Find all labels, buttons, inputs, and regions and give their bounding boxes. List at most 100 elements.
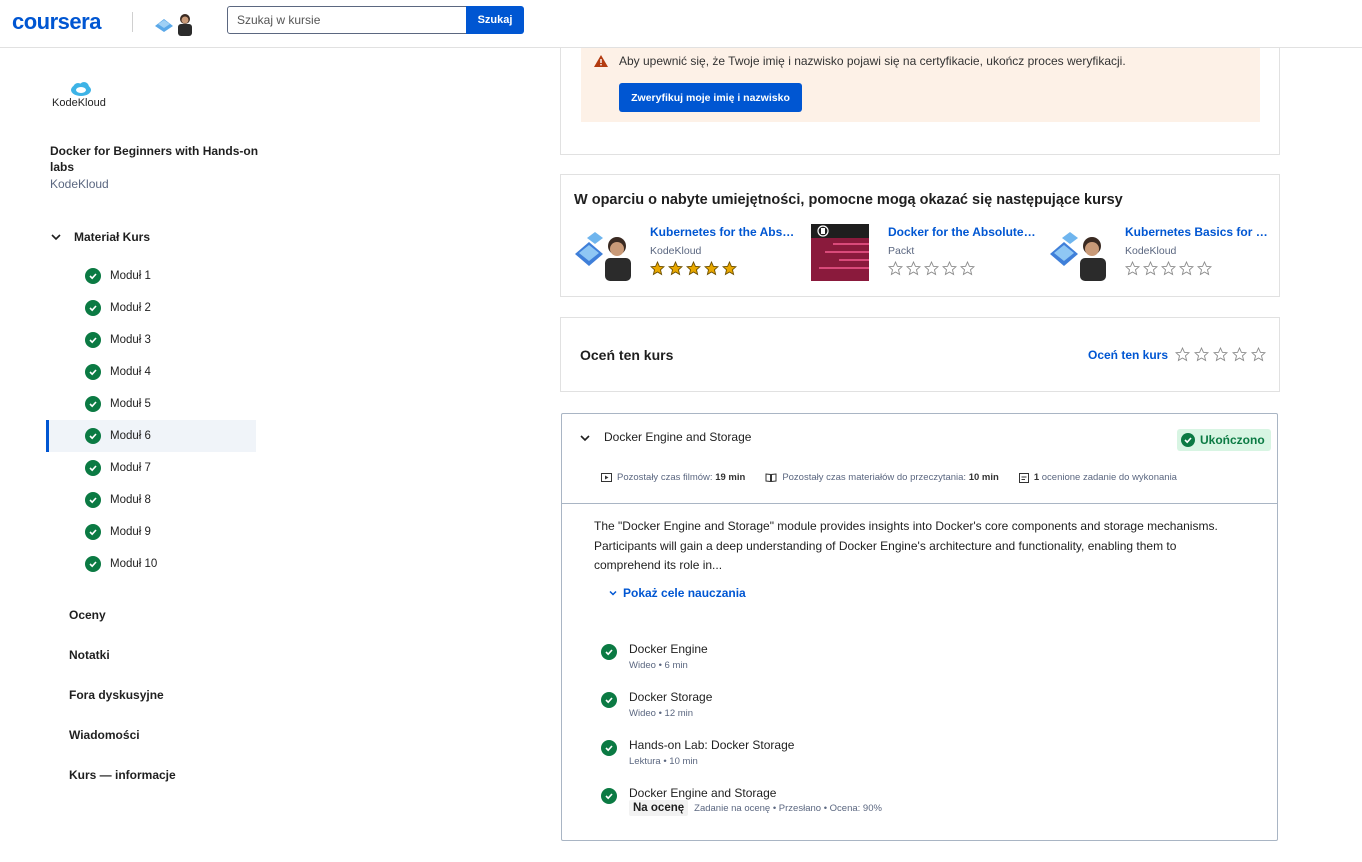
- sidebar-module-label: Moduł 1: [110, 270, 151, 282]
- check-icon: [85, 364, 101, 380]
- chevron-down-icon: [51, 234, 61, 241]
- check-icon: [85, 460, 101, 476]
- sidebar-module-item[interactable]: Moduł 2: [46, 292, 256, 324]
- check-icon: [85, 332, 101, 348]
- recommended-course[interactable]: Kubernetes Basics for DevOps KodeKloud: [1048, 224, 1278, 281]
- video-icon: [601, 473, 612, 482]
- materials-label: Materiał Kurs: [74, 230, 151, 244]
- header-divider: [132, 12, 133, 32]
- recommended-course-org: KodeKloud: [650, 245, 702, 257]
- star-filled-icon: [704, 261, 719, 276]
- recommended-course-name[interactable]: Kubernetes Basics for DevOps: [1125, 225, 1275, 239]
- star-empty-icon: [924, 261, 939, 276]
- sidebar-module-label: Moduł 5: [110, 398, 151, 410]
- check-icon: [601, 692, 617, 708]
- show-learning-goals-label: Pokaż cele nauczania: [623, 586, 746, 600]
- sidebar-module-item[interactable]: Moduł 9: [46, 516, 256, 548]
- check-icon: [85, 492, 101, 508]
- star-empty-icon[interactable]: [1213, 347, 1228, 362]
- sidebar-nav-link[interactable]: Fora dyskusyjne: [69, 688, 176, 728]
- recommendations-card: W oparciu o nabyte umiejętności, pomocne…: [560, 174, 1280, 297]
- search-button[interactable]: Szukaj: [466, 6, 524, 34]
- module-item-title[interactable]: Docker Engine and Storage: [629, 786, 776, 800]
- reading-time-label: Pozostały czas materiałów do przeczytani…: [782, 472, 967, 483]
- module-item-meta: Wideo • 6 min: [629, 660, 688, 671]
- sidebar-nav-link[interactable]: Notatki: [69, 648, 176, 688]
- verify-card: Aby upewnić się, że Twoje imię i nazwisk…: [560, 48, 1280, 155]
- check-icon: [85, 524, 101, 540]
- top-header: coursera Szukaj: [0, 0, 1362, 48]
- rate-course-card: Oceń ten kurs Oceń ten kurs: [560, 317, 1280, 392]
- star-empty-icon[interactable]: [1232, 347, 1247, 362]
- sidebar-module-label: Moduł 3: [110, 334, 151, 346]
- check-icon: [85, 268, 101, 284]
- video-time-value: 19 min: [715, 472, 746, 483]
- sidebar-module-item[interactable]: Moduł 8: [46, 484, 256, 516]
- verify-text: Aby upewnić się, że Twoje imię i nazwisk…: [619, 54, 1126, 68]
- recommended-course[interactable]: Kubernetes for the Absolute Beginners Ko…: [573, 224, 803, 281]
- check-icon: [85, 556, 101, 572]
- verify-banner: Aby upewnić się, że Twoje imię i nazwisk…: [581, 48, 1260, 122]
- sidebar-module-label: Moduł 4: [110, 366, 151, 378]
- star-empty-icon: [942, 261, 957, 276]
- sidebar-module-item[interactable]: Moduł 3: [46, 324, 256, 356]
- sidebar-nav-link[interactable]: Wiadomości: [69, 728, 176, 768]
- sidebar-module-item[interactable]: Moduł 6: [46, 420, 256, 452]
- sidebar-module-item[interactable]: Moduł 5: [46, 388, 256, 420]
- verify-name-button[interactable]: Zweryfikuj moje imię i nazwisko: [619, 83, 802, 112]
- check-icon: [85, 396, 101, 412]
- rate-course-link[interactable]: Oceń ten kurs: [1088, 348, 1168, 362]
- sidebar-module-item[interactable]: Moduł 10: [46, 548, 256, 580]
- coursera-logo[interactable]: coursera: [12, 9, 101, 35]
- graded-stat: 1 ocenione zadanie do wykonania: [1018, 472, 1177, 483]
- course-title[interactable]: Docker for Beginners with Hands-on labs: [50, 143, 260, 175]
- module-item-title[interactable]: Hands-on Lab: Docker Storage: [629, 738, 794, 752]
- rate-stars[interactable]: [1175, 347, 1266, 362]
- course-thumbnail-icon: [1048, 224, 1106, 281]
- recommended-course-name[interactable]: Kubernetes for the Absolute Beginners: [650, 225, 800, 239]
- sidebar-module-label: Moduł 8: [110, 494, 151, 506]
- reading-time-value: 10 min: [968, 472, 999, 483]
- cloud-icon: [71, 82, 91, 96]
- sidebar-module-label: Moduł 2: [110, 302, 151, 314]
- sidebar-nav-link[interactable]: Oceny: [69, 608, 176, 648]
- chevron-down-icon[interactable]: [579, 432, 591, 444]
- star-empty-icon: [960, 261, 975, 276]
- module-stats: Pozostały czas filmów: 19 min Pozostały …: [601, 472, 1177, 483]
- star-empty-icon[interactable]: [1194, 347, 1209, 362]
- star-rating: [650, 261, 737, 276]
- book-icon: [765, 473, 777, 482]
- sidebar-module-item[interactable]: Moduł 4: [46, 356, 256, 388]
- materials-toggle[interactable]: Materiał Kurs: [50, 230, 150, 244]
- star-empty-icon[interactable]: [1175, 347, 1190, 362]
- graded-count: 1: [1033, 472, 1040, 483]
- sidebar-module-label: Moduł 10: [110, 558, 158, 570]
- module-item-title[interactable]: Docker Storage: [629, 690, 712, 704]
- recommendations-title: W oparciu o nabyte umiejętności, pomocne…: [574, 192, 1123, 208]
- graded-tag: Na ocenę: [629, 800, 689, 816]
- show-learning-goals-link[interactable]: Pokaż cele nauczania: [609, 586, 746, 600]
- module-title[interactable]: Docker Engine and Storage: [604, 430, 751, 444]
- kodekloud-logo-text: KodeKloud: [52, 97, 106, 109]
- module-list: Moduł 1 Moduł 2 Moduł 3 Moduł 4 Moduł 5 Moduł…: [46, 260, 256, 580]
- sidebar-nav-link[interactable]: Kurs — informacje: [69, 768, 176, 808]
- course-org: KodeKloud: [50, 177, 109, 191]
- star-rating: [1125, 261, 1212, 276]
- star-empty-icon[interactable]: [1251, 347, 1266, 362]
- sidebar-module-item[interactable]: Moduł 1: [46, 260, 256, 292]
- sidebar-module-item[interactable]: Moduł 7: [46, 452, 256, 484]
- recommended-course-org: KodeKloud: [1125, 245, 1177, 257]
- video-time-stat: Pozostały czas filmów: 19 min: [601, 472, 745, 483]
- sidebar-module-label: Moduł 6: [110, 430, 151, 442]
- star-empty-icon: [1161, 261, 1176, 276]
- module-item-title[interactable]: Docker Engine: [629, 642, 708, 656]
- recommended-course-name[interactable]: Docker for the Absolute Beginners: [888, 225, 1038, 239]
- chevron-down-icon: [609, 590, 617, 596]
- search-input[interactable]: [227, 6, 467, 34]
- recommended-course-org: Packt: [888, 245, 915, 257]
- sidebar-module-label: Moduł 7: [110, 462, 151, 474]
- star-empty-icon: [1197, 261, 1212, 276]
- star-empty-icon: [906, 261, 921, 276]
- divider: [562, 503, 1277, 504]
- recommended-course[interactable]: Docker for the Absolute Beginners Packt: [811, 224, 1041, 281]
